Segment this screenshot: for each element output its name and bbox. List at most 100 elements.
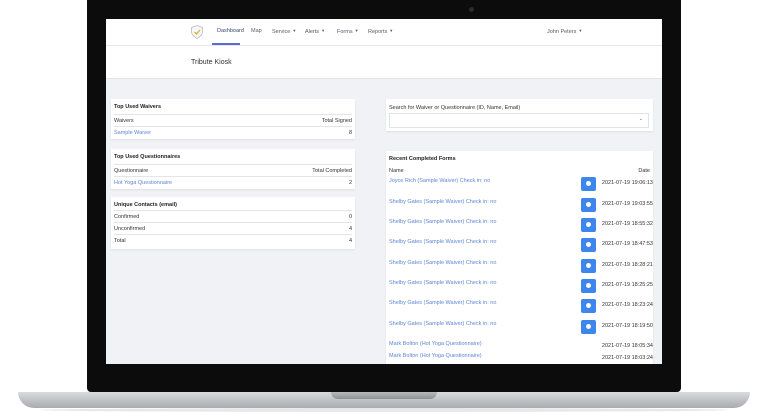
column-header: Total Completed [312, 168, 352, 174]
chevron-down-icon: ▼ [321, 28, 326, 33]
table-row: Total 4 [114, 234, 352, 247]
card-title: Recent Completed Forms [389, 156, 456, 162]
check-in-toggle-button[interactable] [581, 259, 596, 273]
form-entry-link[interactable]: Shelby Gates (Sample Waiver) Check in: n… [389, 199, 496, 205]
column-header: Date [638, 168, 650, 174]
form-entry-link[interactable]: Shelby Gates (Sample Waiver) Check in: n… [389, 239, 496, 245]
toggle-icon [586, 303, 591, 308]
form-date: 2021-07-19 18:19:50 [601, 323, 653, 329]
list-item: Joyce Rich (Sample Waiver) Check in: no 2… [389, 177, 653, 197]
chevron-down-icon[interactable]: ⌄ [639, 116, 643, 122]
contacts-label: Total [114, 238, 126, 244]
nav-service[interactable]: Service ▼ [272, 28, 296, 35]
check-in-toggle-button[interactable] [581, 238, 596, 252]
contacts-label: Unconfirmed [114, 226, 146, 232]
contacts-value: 0 [348, 214, 352, 220]
recent-forms-card: Recent Completed Forms Name Date Joyce R… [386, 151, 653, 364]
list-item: Mark Bolton (Hot Yoga Questionnaire) 2021… [389, 352, 653, 364]
column-header: Name [389, 168, 404, 174]
form-date: 2021-07-19 19:06:13 [601, 180, 653, 186]
toggle-icon [586, 324, 591, 329]
top-waivers-card: Top Used Waivers Waivers Total Signed Sa… [111, 99, 355, 139]
list-item: Shelby Gates (Sample Waiver) Check in: n… [389, 259, 653, 279]
form-date: 2021-07-19 18:03:24 [601, 355, 653, 361]
list-item: Shelby Gates (Sample Waiver) Check in: n… [389, 218, 653, 238]
form-date: 2021-07-19 18:05:34 [601, 343, 653, 349]
card-title: Unique Contacts (email) [114, 202, 177, 208]
contacts-value: 4 [348, 226, 352, 232]
contacts-label: Confirmed [114, 214, 140, 220]
form-date: 2021-07-19 18:23:24 [601, 302, 653, 308]
check-in-toggle-button[interactable] [581, 279, 596, 293]
check-in-toggle-button[interactable] [581, 218, 596, 232]
chevron-down-icon: ▼ [292, 28, 297, 33]
toggle-icon [586, 181, 591, 186]
contacts-value: 4 [348, 238, 352, 244]
top-navbar: Dashboard Map Service ▼ Alerts ▼ Forms ▼ Re… [106, 19, 662, 46]
column-header: Questionnaire [114, 168, 149, 174]
chevron-down-icon: ▼ [578, 28, 583, 33]
card-title: Top Used Questionnaires [114, 154, 181, 160]
form-date: 2021-07-19 18:25:25 [601, 282, 653, 288]
nav-map[interactable]: Map [251, 28, 262, 34]
list-item: Shelby Gates (Sample Waiver) Check in: n… [389, 279, 653, 299]
page-title: Tribute Kiosk [191, 59, 232, 66]
toggle-icon [586, 283, 591, 288]
column-header: Total Signed [321, 118, 352, 124]
waiver-link[interactable]: Sample Waiver [114, 130, 151, 136]
top-questionnaires-card: Top Used Questionnaires Questionnaire To… [111, 149, 355, 189]
form-entry-link[interactable]: Joyce Rich (Sample Waiver) Check in: no [389, 178, 490, 184]
column-header: Waivers [114, 118, 134, 124]
nav-alerts-label: Alerts [305, 29, 320, 35]
form-entry-link[interactable]: Shelby Gates (Sample Waiver) Check in: n… [389, 260, 496, 266]
user-menu[interactable]: John Peters ▼ [547, 28, 582, 35]
form-date: 2021-07-19 18:47:53 [601, 241, 653, 247]
list-item: Shelby Gates (Sample Waiver) Check in: n… [389, 299, 653, 319]
unique-contacts-card: Unique Contacts (email) Confirmed 0 Unco… [111, 197, 355, 249]
nav-reports[interactable]: Reports ▼ [368, 28, 393, 35]
camera-icon [469, 7, 474, 12]
toggle-icon [586, 202, 591, 207]
nav-service-label: Service [272, 29, 291, 35]
toggle-icon [586, 263, 591, 268]
nav-dashboard[interactable]: Dashboard [217, 28, 244, 34]
laptop-notch [331, 392, 437, 399]
check-in-toggle-button[interactable] [581, 177, 596, 191]
chevron-down-icon: ▼ [354, 28, 359, 33]
check-in-toggle-button[interactable] [581, 299, 596, 313]
table-row: Hot Yoga Questionnaire 2 [114, 176, 352, 189]
toggle-icon [586, 222, 591, 227]
list-item: Shelby Gates (Sample Waiver) Check in: n… [389, 238, 653, 258]
table-cell-value: 2 [348, 180, 352, 186]
check-in-toggle-button[interactable] [581, 198, 596, 212]
nav-forms[interactable]: Forms ▼ [337, 28, 359, 35]
user-name: John Peters [547, 29, 577, 35]
form-entry-link[interactable]: Shelby Gates (Sample Waiver) Check in: n… [389, 300, 496, 306]
nav-forms-label: Forms [337, 29, 353, 35]
check-in-toggle-button[interactable] [581, 320, 596, 334]
shield-check-icon[interactable] [191, 25, 203, 39]
form-entry-link[interactable]: Shelby Gates (Sample Waiver) Check in: n… [389, 321, 496, 327]
form-entry-link[interactable]: Shelby Gates (Sample Waiver) Check in: n… [389, 219, 496, 225]
nav-reports-label: Reports [368, 29, 388, 35]
list-item: Shelby Gates (Sample Waiver) Check in: n… [389, 320, 653, 340]
search-card: Search for Waiver or Questionnaire (ID, … [386, 99, 653, 131]
form-date: 2021-07-19 18:28:21 [601, 262, 653, 268]
nav-active-indicator [212, 43, 240, 45]
form-entry-link[interactable]: Shelby Gates (Sample Waiver) Check in: n… [389, 280, 496, 286]
app-screen: Dashboard Map Service ▼ Alerts ▼ Forms ▼ Re… [106, 19, 662, 364]
questionnaire-link[interactable]: Hot Yoga Questionnaire [114, 180, 172, 186]
form-entry-link[interactable]: Mark Bolton (Hot Yoga Questionnaire) [389, 353, 482, 359]
form-entry-link[interactable]: Mark Bolton (Hot Yoga Questionnaire) [389, 341, 482, 347]
form-date: 2021-07-19 19:03:55 [601, 201, 653, 207]
chevron-down-icon: ▼ [389, 28, 394, 33]
laptop-shadow [40, 408, 728, 412]
search-input[interactable]: ⌄ [389, 113, 649, 128]
toggle-icon [586, 242, 591, 247]
search-label: Search for Waiver or Questionnaire (ID, … [389, 105, 521, 111]
table-cell-value: 8 [348, 130, 352, 136]
page-header: Tribute Kiosk [106, 46, 662, 79]
nav-alerts[interactable]: Alerts ▼ [305, 28, 325, 35]
list-item: Shelby Gates (Sample Waiver) Check in: n… [389, 198, 653, 218]
card-title: Top Used Waivers [114, 104, 162, 110]
